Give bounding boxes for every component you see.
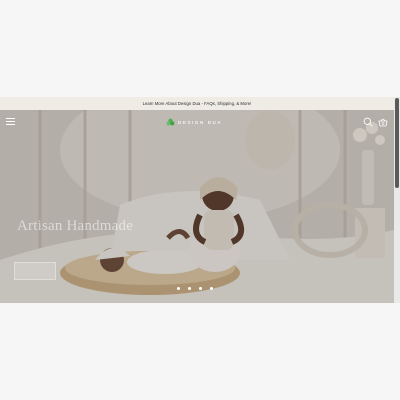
brand-logo[interactable]: DESIGN DUA <box>166 115 236 129</box>
announcement-text[interactable]: Learn More About Design Dua - FAQs, Ship… <box>143 101 252 106</box>
slide-indicators <box>177 287 213 290</box>
brand-name: DESIGN DUA <box>178 119 223 125</box>
slide-dot[interactable] <box>188 287 191 290</box>
cart-icon[interactable] <box>378 117 388 127</box>
hero-overlay <box>0 110 394 303</box>
page-scrollbar[interactable] <box>394 97 400 303</box>
announcement-bar[interactable]: Learn More About Design Dua - FAQs, Ship… <box>0 97 394 110</box>
logo-leaf-icon <box>166 118 175 125</box>
hamburger-icon[interactable] <box>6 117 15 126</box>
slide-dot[interactable] <box>210 287 213 290</box>
hero-slideshow: DESIGN DUA Artisan Handmade <box>0 110 394 303</box>
hero-title: Artisan Handmade <box>17 218 134 234</box>
browser-viewport: Learn More About Design Dua - FAQs, Ship… <box>0 97 400 303</box>
site-header: DESIGN DUA <box>0 110 394 134</box>
search-icon[interactable] <box>363 117 373 127</box>
hero-cta-button[interactable] <box>14 262 56 280</box>
scrollbar-thumb[interactable] <box>395 98 399 188</box>
slide-dot[interactable] <box>199 287 202 290</box>
slide-dot[interactable] <box>177 287 180 290</box>
